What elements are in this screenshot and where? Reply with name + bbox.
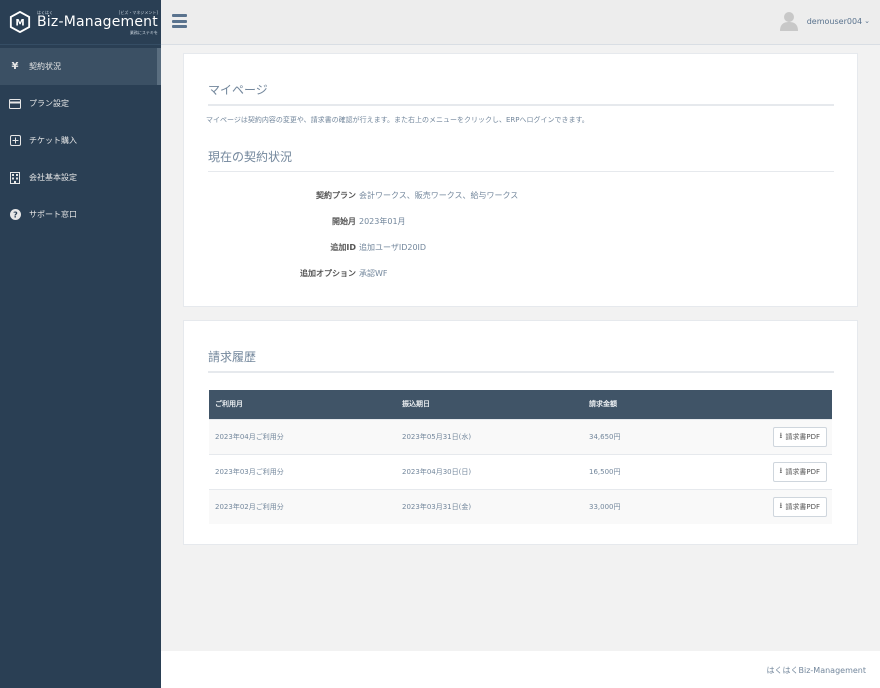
contract-key: 追加オプション (300, 268, 356, 278)
cell-action: ⭳ 請求書PDF (733, 453, 832, 489)
logo-wordmark: はくはく [ビズ・マネジメント] Biz-Management 業務にステキを (37, 10, 158, 35)
contract-key: 契約プラン (316, 190, 356, 200)
cell-month: 2023年04月ご利用分 (209, 418, 396, 454)
cell-action: ⭳ 請求書PDF (733, 418, 832, 454)
user-avatar-icon (779, 12, 798, 31)
sidebar-item-support[interactable]: ? サポート窓口 (0, 196, 161, 233)
top-navbar: demouser004 ⌄ (161, 0, 880, 45)
cell-month: 2023年03月ご利用分 (209, 453, 396, 489)
invoice-pdf-button[interactable]: ⭳ 請求書PDF (772, 496, 827, 517)
sidebar-item-label: 会社基本設定 (29, 173, 77, 182)
billing-table: ご利用月 振込期日 請求金額 2023年04月ご利用分 2023年05月31日(… (209, 390, 832, 524)
mypage-panel: マイページ マイページは契約内容の変更や、請求書の確認が行えます。また右上のメニ… (183, 53, 858, 307)
cell-due: 2023年05月31日(水) (396, 418, 583, 454)
logo-icon: M (9, 11, 31, 33)
cell-due: 2023年04月30日(日) (396, 453, 583, 489)
contract-value: 2023年01月 (359, 216, 406, 226)
footer: はくはくBiz-Management (161, 651, 880, 688)
column-header-due: 振込期日 (396, 390, 583, 419)
invoice-pdf-button[interactable]: ⭳ 請求書PDF (772, 426, 827, 447)
page-title: マイページ (208, 81, 834, 106)
sidebar-item-label: チケット購入 (29, 136, 77, 145)
yen-icon: ¥ (11, 61, 19, 72)
download-icon: ⭳ (779, 430, 783, 440)
svg-text:M: M (15, 18, 24, 29)
table-header-row: ご利用月 振込期日 請求金額 (209, 390, 832, 419)
intro-text: マイページは契約内容の変更や、請求書の確認が行えます。また右上のメニューをクリッ… (206, 116, 589, 124)
table-row: 2023年03月ご利用分 2023年04月30日(日) 16,500円 ⭳ 請求書… (209, 453, 832, 489)
contract-key: 開始月 (332, 216, 356, 226)
invoice-pdf-label: 請求書PDF (785, 467, 820, 476)
user-menu[interactable]: demouser004 ⌄ (779, 11, 870, 31)
contract-value: 会計ワークス、販売ワークス、給与ワークス (359, 190, 519, 200)
billing-panel: 請求履歴 ご利用月 振込期日 請求金額 2023年04月ご利用分 2023年05… (183, 320, 858, 545)
invoice-pdf-label: 請求書PDF (785, 502, 820, 511)
sidebar-item-company-settings[interactable]: 会社基本設定 (0, 159, 161, 196)
contract-row: 追加オプション 承認WF (184, 260, 857, 286)
cell-month: 2023年02月ご利用分 (209, 488, 396, 524)
sidebar-item-label: プラン設定 (29, 99, 69, 108)
column-header-month: ご利用月 (209, 390, 396, 419)
table-row: 2023年02月ご利用分 2023年03月31日(金) 33,000円 ⭳ 請求書… (209, 488, 832, 524)
logo-name: Biz-Management (37, 13, 158, 30)
sidebar-item-label: 契約状況 (29, 62, 61, 71)
cell-action: ⭳ 請求書PDF (733, 488, 832, 524)
plus-square-icon (9, 135, 21, 147)
sidebar: M はくはく [ビズ・マネジメント] Biz-Management 業務にステキを… (0, 0, 161, 688)
brand-logo[interactable]: M はくはく [ビズ・マネジメント] Biz-Management 業務にステキを (0, 0, 161, 45)
download-icon: ⭳ (779, 500, 783, 510)
contract-key: 追加ID (330, 242, 356, 252)
cell-amount: 33,000円 (583, 488, 733, 524)
logo-tagline: 業務にステキを (129, 29, 158, 35)
cell-amount: 34,650円 (583, 418, 733, 454)
column-header-action (733, 390, 832, 419)
contract-row: 契約プラン 会計ワークス、販売ワークス、給与ワークス (184, 182, 857, 208)
question-circle-icon: ? (9, 209, 21, 221)
invoice-pdf-button[interactable]: ⭳ 請求書PDF (772, 461, 827, 482)
menu-toggle-icon[interactable] (172, 14, 187, 28)
sidebar-item-plan-settings[interactable]: プラン設定 (0, 85, 161, 122)
contract-row: 開始月 2023年01月 (184, 208, 857, 234)
svg-text:?: ? (13, 211, 18, 220)
cell-due: 2023年03月31日(金) (396, 488, 583, 524)
contract-details: 契約プラン 会計ワークス、販売ワークス、給与ワークス 開始月 2023年01月 … (184, 182, 857, 286)
contract-value: 追加ユーザID20ID (359, 242, 427, 252)
cell-amount: 16,500円 (583, 453, 733, 489)
sidebar-item-contract-status[interactable]: ¥ 契約状況 (0, 48, 161, 85)
invoice-pdf-label: 請求書PDF (785, 432, 820, 441)
chevron-down-icon: ⌄ (864, 17, 870, 25)
footer-text: はくはくBiz-Management (766, 666, 867, 675)
contract-row: 追加ID 追加ユーザID20ID (184, 234, 857, 260)
sidebar-menu: ¥ 契約状況 プラン設定 チケット購入 会社基本設定 ? サポート窓口 (0, 48, 161, 233)
billing-title: 請求履歴 (208, 348, 834, 373)
sidebar-item-label: サポート窓口 (29, 210, 77, 219)
building-icon (9, 171, 21, 184)
sidebar-item-ticket-purchase[interactable]: チケット購入 (0, 122, 161, 159)
download-icon: ⭳ (779, 465, 783, 475)
credit-card-icon (9, 98, 21, 110)
contract-value: 承認WF (359, 268, 388, 278)
table-row: 2023年04月ご利用分 2023年05月31日(水) 34,650円 ⭳ 請求書… (209, 418, 832, 454)
column-header-amount: 請求金額 (583, 390, 733, 419)
contract-status-title: 現在の契約状況 (208, 148, 834, 172)
username: demouser004 (806, 16, 863, 26)
